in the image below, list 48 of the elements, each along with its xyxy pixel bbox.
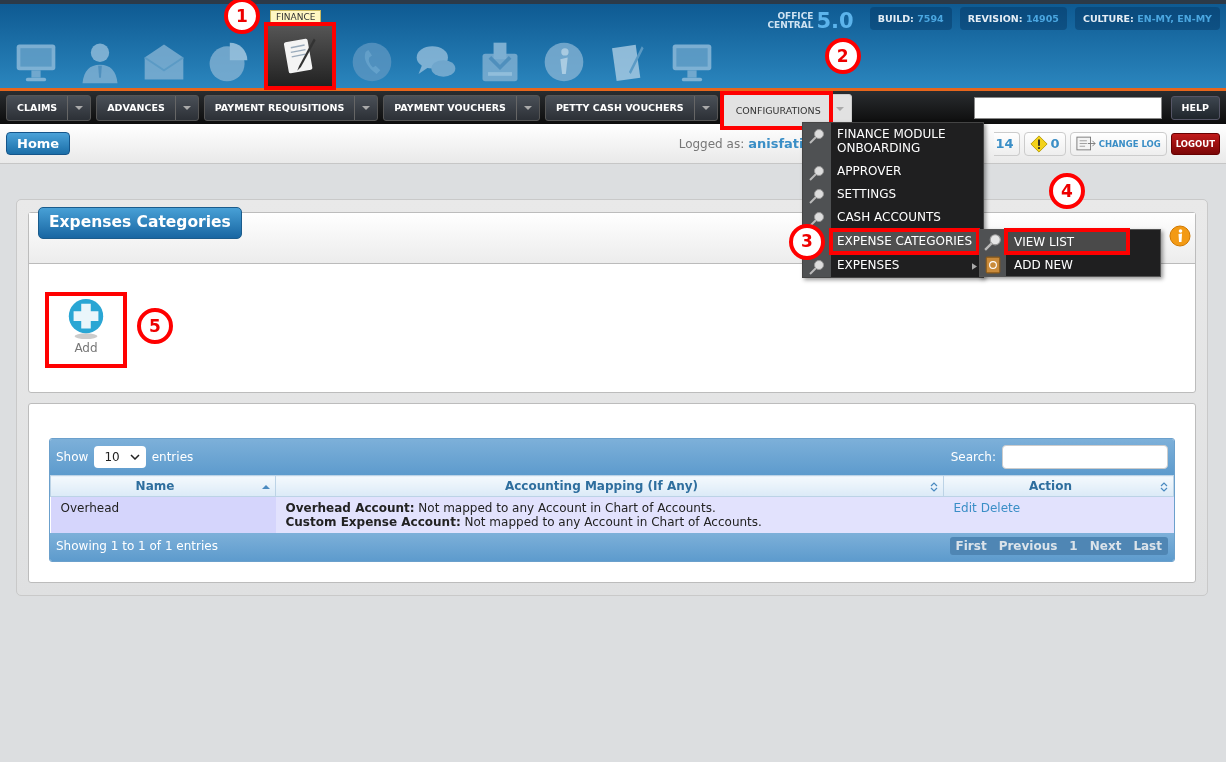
- chevron-down-icon: [129, 454, 140, 460]
- submenu-item[interactable]: VIEW LIST: [1006, 230, 1128, 253]
- column-header[interactable]: Name: [50, 475, 276, 497]
- show-label: Show: [56, 450, 89, 464]
- search-field[interactable]: [1002, 445, 1168, 469]
- nav-tab[interactable]: PAYMENT REQUISITIONS: [203, 94, 379, 121]
- help-button[interactable]: HELP: [1170, 95, 1220, 120]
- menu-item[interactable]: EXPENSE CATEGORIES: [831, 230, 978, 253]
- warning-icon: [1029, 134, 1048, 153]
- home-button[interactable]: Home: [6, 132, 71, 155]
- user-name: anisfati: [748, 136, 804, 151]
- magnifier-icon: [809, 259, 825, 275]
- info-badge: REVISION: 14905: [959, 7, 1067, 30]
- search-field[interactable]: [973, 96, 1162, 119]
- nav-tab[interactable]: PETTY CASH VOUCHERS: [544, 94, 718, 121]
- nav-tab[interactable]: PAYMENT VOUCHERS: [383, 94, 540, 121]
- document-arrow-icon: [1075, 136, 1096, 151]
- menu-item[interactable]: APPROVER: [831, 160, 983, 183]
- table-cell: Overhead: [50, 496, 276, 533]
- search-label: Search:: [950, 450, 996, 464]
- magnifier-icon: [809, 211, 825, 227]
- page-size-select[interactable]: 10: [94, 446, 146, 468]
- table-cell: Overhead Account: Not mapped to any Account in Chart of Accounts. Custom Expense Account: Not mapped to any Account in Chart of Accounts.: [275, 496, 944, 533]
- callout-number: 3: [789, 223, 825, 260]
- info-icon[interactable]: [1169, 225, 1191, 247]
- page-title: Expenses Categories: [38, 207, 242, 239]
- menu-item[interactable]: CASH ACCOUNTS: [831, 206, 983, 229]
- menu-item[interactable]: SETTINGS: [831, 183, 983, 206]
- magnifier-icon: [809, 165, 825, 181]
- magnifier-icon: [809, 128, 825, 144]
- nav-tab[interactable]: CLAIMS: [6, 94, 92, 121]
- column-header[interactable]: Action: [943, 475, 1174, 497]
- nav-tab[interactable]: ADVANCES: [96, 94, 199, 121]
- magnifier-icon: [984, 232, 1002, 251]
- callout-number: 5: [137, 308, 173, 344]
- logged-as-label: Logged as:: [678, 136, 745, 151]
- address-book-icon: [984, 255, 1002, 274]
- info-badge: BUILD: 7594: [869, 7, 952, 30]
- logout-button[interactable]: LOGOUT: [1170, 132, 1220, 155]
- table-info: Showing 1 to 1 of 1 entries: [56, 539, 218, 553]
- info-badge: CULTURE: EN-MY, EN-MY: [1074, 7, 1220, 30]
- menu-item[interactable]: EXPENSES: [831, 254, 983, 277]
- submenu-item[interactable]: ADD NEW: [1006, 253, 1160, 276]
- magnifier-icon: [809, 188, 825, 204]
- callout-number: 1: [224, 0, 260, 34]
- entries-label: entries: [151, 450, 194, 464]
- column-header[interactable]: Accounting Mapping (If Any): [275, 475, 944, 497]
- callout-number: 4: [1049, 173, 1085, 209]
